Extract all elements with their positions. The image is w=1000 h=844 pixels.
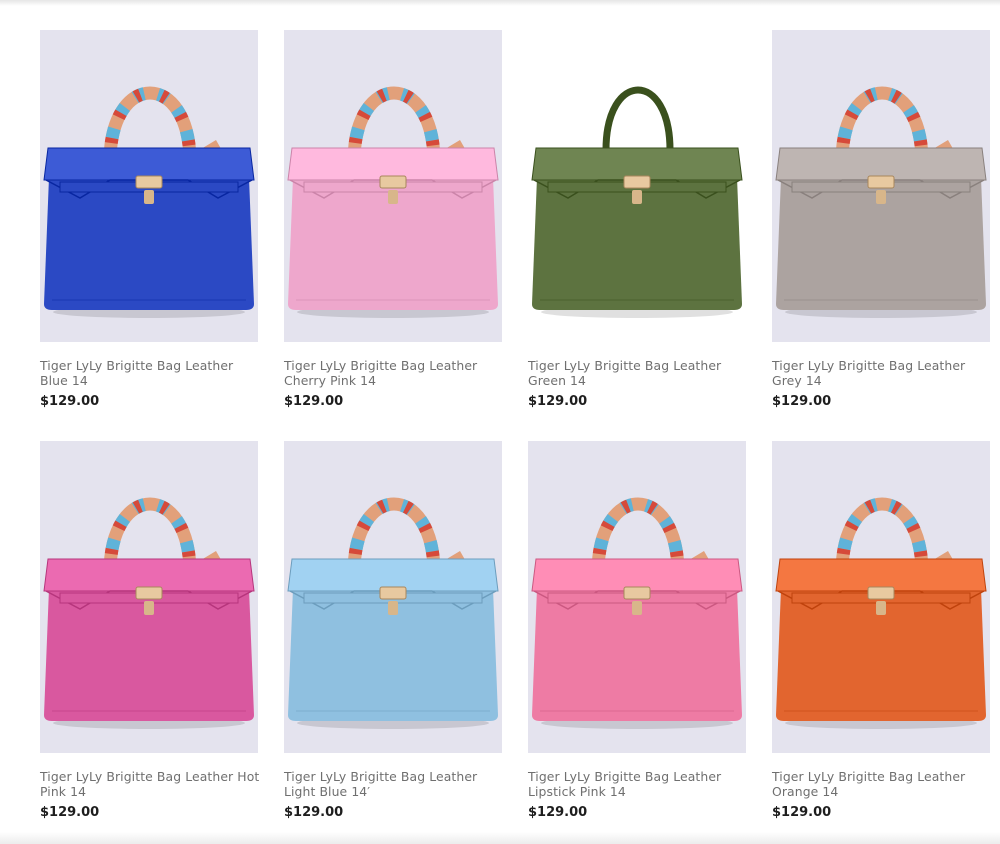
product-title[interactable]: Tiger LyLy Brigitte Bag Leather Blue 14 [40, 358, 262, 388]
product-image[interactable] [772, 441, 990, 753]
product-image[interactable] [40, 441, 258, 753]
product-image[interactable] [528, 441, 746, 753]
product-price: $129.00 [772, 805, 832, 820]
product-price: $129.00 [528, 394, 588, 409]
product-card[interactable]: Tiger LyLy Brigitte Bag Leather Blue 14 … [40, 30, 266, 409]
product-title[interactable]: Tiger LyLy Brigitte Bag Leather Cherry P… [284, 358, 506, 388]
handbag-illustration [775, 497, 987, 729]
product-title[interactable]: Tiger LyLy Brigitte Bag Leather Lipstick… [528, 769, 750, 799]
product-title[interactable]: Tiger LyLy Brigitte Bag Leather Hot Pink… [40, 769, 262, 799]
handbag-illustration [531, 86, 743, 318]
handbag-illustration [531, 497, 743, 729]
product-image[interactable] [772, 30, 990, 342]
handbag-illustration [775, 86, 987, 318]
product-card[interactable]: Tiger LyLy Brigitte Bag Leather Hot Pink… [40, 441, 266, 820]
product-title[interactable]: Tiger LyLy Brigitte Bag Leather Orange 1… [772, 769, 994, 799]
product-price: $129.00 [772, 394, 832, 409]
product-title[interactable]: Tiger LyLy Brigitte Bag Leather Light Bl… [284, 769, 506, 799]
product-card[interactable]: Tiger LyLy Brigitte Bag Leather Orange 1… [772, 441, 998, 820]
product-price: $129.00 [284, 394, 344, 409]
handbag-illustration [287, 86, 499, 318]
product-price: $129.00 [40, 805, 100, 820]
product-card[interactable]: Tiger LyLy Brigitte Bag Leather Lipstick… [528, 441, 754, 820]
product-card[interactable]: Tiger LyLy Brigitte Bag Leather Cherry P… [284, 30, 510, 409]
handbag-illustration [287, 497, 499, 729]
product-price: $129.00 [40, 394, 100, 409]
product-card[interactable]: Tiger LyLy Brigitte Bag Leather Green 14… [528, 30, 754, 409]
product-card[interactable]: Tiger LyLy Brigitte Bag Leather Grey 14 … [772, 30, 998, 409]
product-image[interactable] [40, 30, 258, 342]
product-price: $129.00 [284, 805, 344, 820]
handbag-illustration [43, 497, 255, 729]
product-title[interactable]: Tiger LyLy Brigitte Bag Leather Grey 14 [772, 358, 994, 388]
product-price: $129.00 [528, 805, 588, 820]
product-image[interactable] [284, 30, 502, 342]
product-title[interactable]: Tiger LyLy Brigitte Bag Leather Green 14 [528, 358, 750, 388]
product-image[interactable] [528, 30, 746, 342]
product-grid: Tiger LyLy Brigitte Bag Leather Blue 14 … [0, 0, 1000, 844]
handbag-illustration [43, 86, 255, 318]
product-image[interactable] [284, 441, 502, 753]
product-card[interactable]: Tiger LyLy Brigitte Bag Leather Light Bl… [284, 441, 510, 820]
footer-shadow [0, 832, 1000, 844]
